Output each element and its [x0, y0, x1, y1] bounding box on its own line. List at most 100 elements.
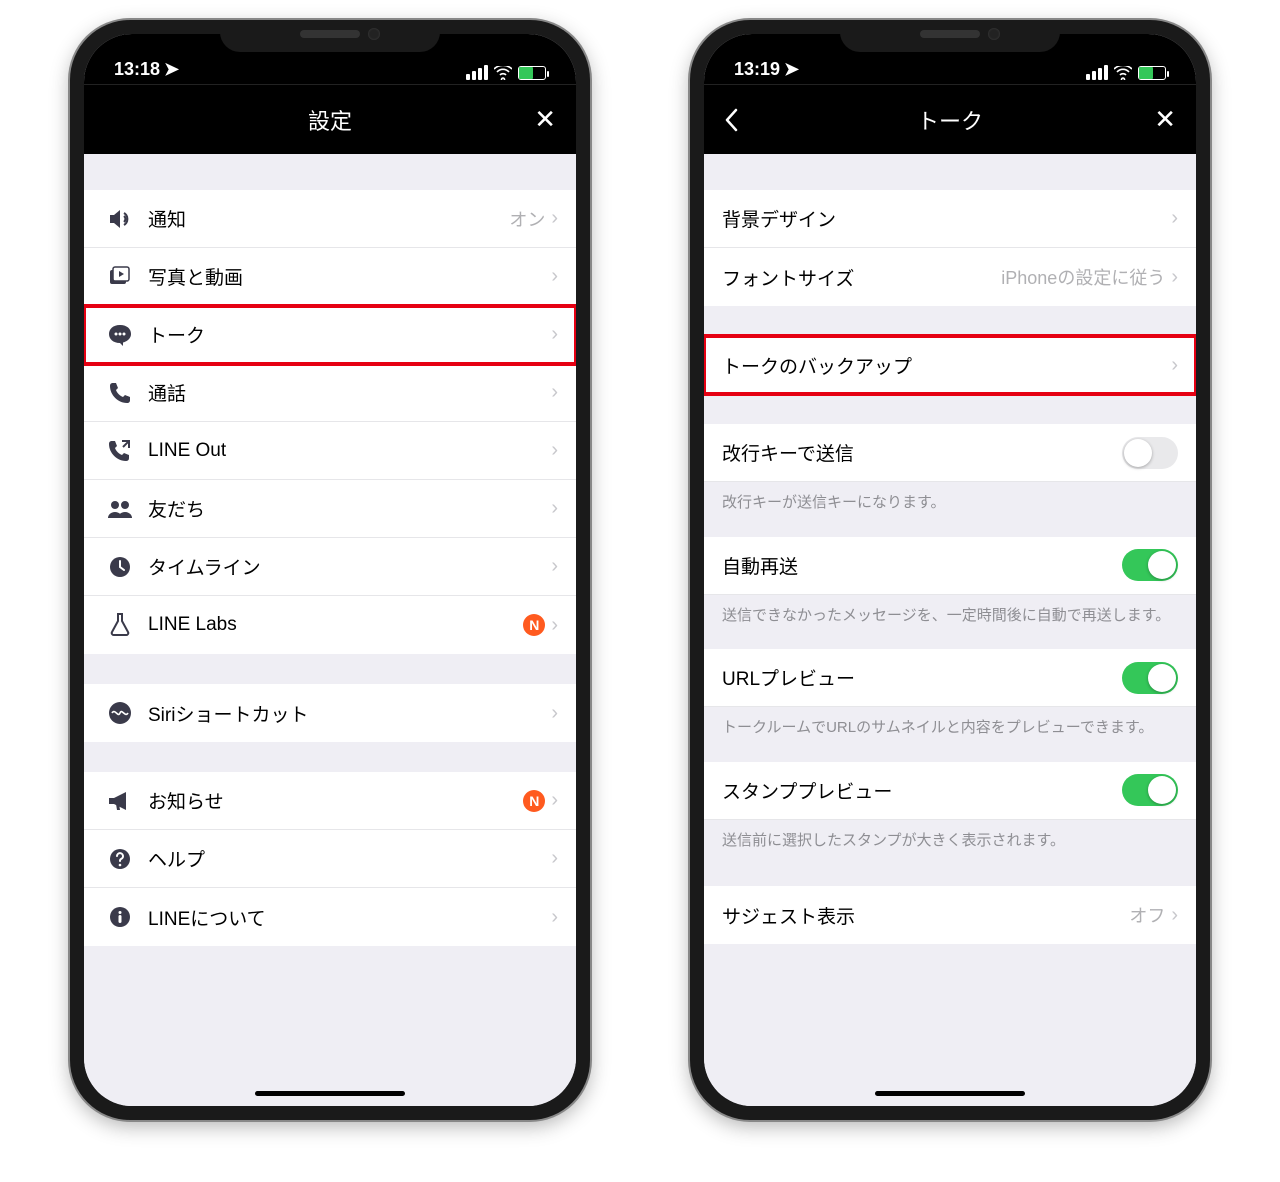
battery-icon — [1138, 66, 1166, 80]
battery-icon — [518, 66, 546, 80]
settings-row-video-file[interactable]: 写真と動画 › — [84, 248, 576, 306]
settings-row-help[interactable]: ヘルプ › — [84, 830, 576, 888]
chevron-right-icon: › — [551, 847, 558, 870]
chevron-right-icon: › — [1171, 354, 1178, 377]
clock-icon — [102, 556, 138, 578]
row-label: LINE Out — [148, 440, 551, 462]
phone-left: 13:18 ➤ 設定 ✕ 通知 オン › 写真と動画 › トーク — [70, 20, 590, 1120]
nav-bar: 設定 ✕ — [84, 84, 576, 154]
people-icon — [102, 499, 138, 519]
talk-row[interactable]: URLプレビュー — [704, 649, 1196, 707]
phone-out-icon — [102, 440, 138, 462]
chevron-right-icon: › — [551, 381, 558, 404]
row-label: お知らせ — [148, 787, 523, 814]
chevron-right-icon: › — [551, 323, 558, 346]
location-icon: ➤ — [784, 59, 799, 80]
toggle-switch[interactable] — [1122, 774, 1178, 806]
settings-row-phone[interactable]: 通話 › — [84, 364, 576, 422]
home-indicator[interactable] — [875, 1091, 1025, 1096]
chevron-right-icon: › — [551, 439, 558, 462]
settings-row-megaphone[interactable]: お知らせ N › — [84, 772, 576, 830]
row-label: スタンププレビュー — [722, 777, 1122, 804]
home-indicator[interactable] — [255, 1091, 405, 1096]
row-label: 写真と動画 — [148, 263, 551, 290]
row-label: サジェスト表示 — [722, 902, 1129, 929]
screen-left: 13:18 ➤ 設定 ✕ 通知 オン › 写真と動画 › トーク — [84, 34, 576, 1106]
row-label: トーク — [148, 321, 551, 348]
content-right[interactable]: 背景デザイン › フォントサイズ iPhoneの設定に従う › トークのバックアッ… — [704, 154, 1196, 1106]
new-badge: N — [523, 614, 545, 636]
video-file-icon — [102, 266, 138, 288]
talk-row[interactable]: 改行キーで送信 — [704, 424, 1196, 482]
toggle-switch[interactable] — [1122, 437, 1178, 469]
talk-row[interactable]: トークのバックアップ › — [704, 336, 1196, 394]
phone-icon — [102, 382, 138, 404]
back-icon[interactable] — [724, 108, 738, 132]
row-label: フォントサイズ — [722, 264, 1001, 291]
row-value: iPhoneの設定に従う — [1001, 264, 1165, 290]
chevron-right-icon: › — [551, 702, 558, 725]
talk-row[interactable]: 背景デザイン › — [704, 190, 1196, 248]
close-icon[interactable]: ✕ — [1154, 104, 1176, 135]
nav-bar: トーク ✕ — [704, 84, 1196, 154]
help-icon — [102, 848, 138, 870]
settings-row-siri[interactable]: Siriショートカット › — [84, 684, 576, 742]
chevron-right-icon: › — [1171, 266, 1178, 289]
flask-icon — [102, 613, 138, 637]
row-label: 友だち — [148, 495, 551, 522]
row-value: オン — [509, 206, 545, 232]
info-icon — [102, 906, 138, 928]
settings-row-info[interactable]: LINEについて › — [84, 888, 576, 946]
new-badge: N — [523, 790, 545, 812]
chevron-right-icon: › — [1171, 207, 1178, 230]
notch — [220, 20, 440, 52]
nav-title: 設定 — [308, 104, 352, 136]
chat-icon — [102, 324, 138, 346]
chevron-right-icon: › — [551, 906, 558, 929]
chevron-right-icon: › — [551, 497, 558, 520]
row-label: URLプレビュー — [722, 664, 1122, 691]
settings-row-clock[interactable]: タイムライン › — [84, 538, 576, 596]
row-label: 通話 — [148, 379, 551, 406]
wifi-icon — [1114, 66, 1132, 80]
close-icon[interactable]: ✕ — [534, 104, 556, 135]
talk-row[interactable]: 自動再送 — [704, 537, 1196, 595]
row-label: タイムライン — [148, 553, 551, 580]
chevron-right-icon: › — [551, 789, 558, 812]
notch — [840, 20, 1060, 52]
row-label: Siriショートカット — [148, 700, 551, 727]
content-left[interactable]: 通知 オン › 写真と動画 › トーク › 通話 › LINE Out › 友だ… — [84, 154, 576, 1106]
settings-row-people[interactable]: 友だち › — [84, 480, 576, 538]
phone-right: 13:19 ➤ トーク ✕ 背景デザイン › フォントサイズ iPhoneの設定… — [690, 20, 1210, 1120]
signal-icon — [1086, 65, 1108, 80]
row-footer: 送信できなかったメッセージを、一定時間後に自動で再送します。 — [704, 595, 1196, 632]
talk-row[interactable]: フォントサイズ iPhoneの設定に従う › — [704, 248, 1196, 306]
row-label: トークのバックアップ — [722, 352, 1171, 379]
chevron-right-icon: › — [551, 207, 558, 230]
row-footer: 改行キーが送信キーになります。 — [704, 482, 1196, 519]
settings-row-chat[interactable]: トーク › — [84, 306, 576, 364]
chevron-right-icon: › — [551, 265, 558, 288]
row-label: LINEについて — [148, 904, 551, 931]
row-footer: 送信前に選択したスタンプが大きく表示されます。 — [704, 820, 1196, 857]
row-label: 背景デザイン — [722, 205, 1171, 232]
chevron-right-icon: › — [551, 555, 558, 578]
nav-title: トーク — [917, 104, 983, 136]
wifi-icon — [494, 66, 512, 80]
chevron-right-icon: › — [551, 614, 558, 637]
row-label: ヘルプ — [148, 845, 551, 872]
settings-row-phone-out[interactable]: LINE Out › — [84, 422, 576, 480]
talk-row[interactable]: スタンププレビュー — [704, 762, 1196, 820]
row-label: LINE Labs — [148, 614, 523, 636]
settings-row-flask[interactable]: LINE Labs N › — [84, 596, 576, 654]
row-value: オフ — [1129, 902, 1165, 928]
row-label: 改行キーで送信 — [722, 439, 1122, 466]
siri-icon — [102, 701, 138, 725]
row-label: 通知 — [148, 205, 509, 232]
talk-row[interactable]: サジェスト表示 オフ› — [704, 886, 1196, 944]
toggle-switch[interactable] — [1122, 662, 1178, 694]
settings-row-speaker[interactable]: 通知 オン › — [84, 190, 576, 248]
megaphone-icon — [102, 791, 138, 811]
screen-right: 13:19 ➤ トーク ✕ 背景デザイン › フォントサイズ iPhoneの設定… — [704, 34, 1196, 1106]
toggle-switch[interactable] — [1122, 549, 1178, 581]
